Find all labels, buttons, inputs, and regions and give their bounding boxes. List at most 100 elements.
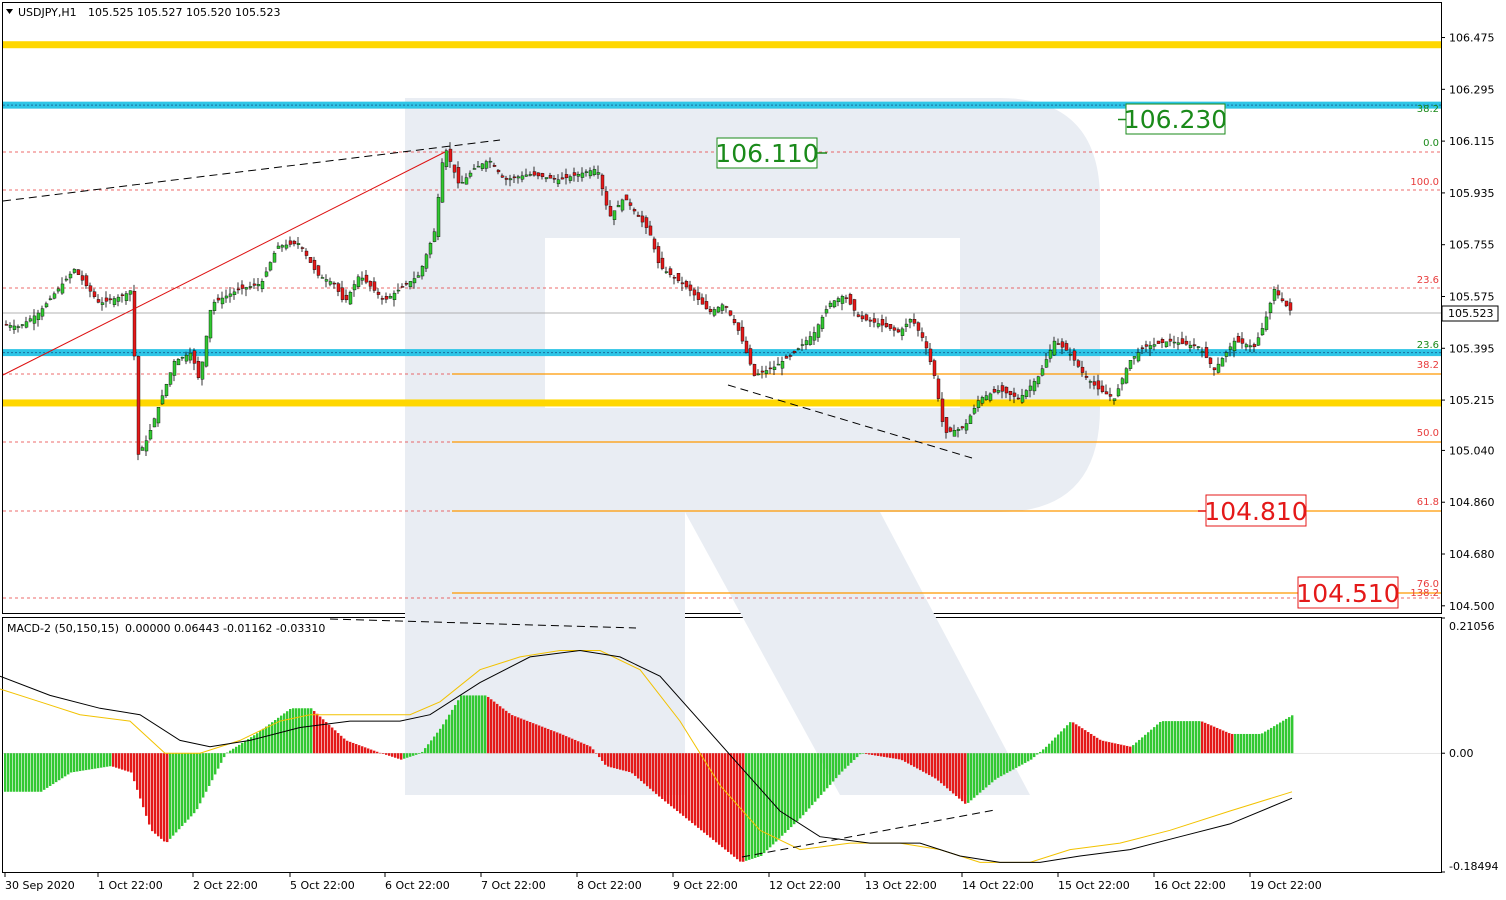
candle-body <box>24 321 29 328</box>
macd-histogram-bar <box>49 753 52 786</box>
candle-body <box>376 291 381 295</box>
macd-histogram-bar <box>820 753 823 795</box>
macd-histogram-bar <box>91 753 94 770</box>
candle-body <box>108 298 113 301</box>
macd-histogram-bar <box>721 753 724 848</box>
candle-body <box>660 257 665 269</box>
candle-body <box>468 172 473 177</box>
price-tick-label: 106.295 <box>1449 83 1495 96</box>
candle-body <box>784 356 789 359</box>
macd-histogram-bar <box>457 700 460 754</box>
candle-body <box>808 336 813 345</box>
macd-histogram-bar <box>544 727 547 754</box>
date-label: 7 Oct 22:00 <box>481 879 546 892</box>
macd-histogram-bar <box>301 708 304 754</box>
macd-histogram-bar <box>808 753 811 809</box>
candle-body <box>912 319 917 324</box>
candle-body <box>1064 343 1069 351</box>
macd-histogram-bar <box>862 753 865 754</box>
macd-histogram-bar <box>622 753 625 771</box>
macd-histogram-bar <box>853 753 856 760</box>
candle-body <box>228 293 233 297</box>
macd-histogram-bar <box>10 753 13 792</box>
date-label: 1 Oct 22:00 <box>98 879 163 892</box>
candle-body <box>956 428 961 431</box>
candle-body <box>408 281 413 288</box>
macd-histogram-bar <box>469 695 472 754</box>
macd-histogram-bar <box>19 753 22 792</box>
macd-histogram-bar <box>325 722 328 754</box>
macd-histogram-bar <box>751 753 754 859</box>
macd-histogram-bar <box>880 753 883 757</box>
candle-body <box>484 161 489 169</box>
candle-body <box>1164 341 1169 347</box>
macd-histogram-bar <box>898 753 901 760</box>
candle-body <box>824 309 829 314</box>
macd-histogram-bar <box>859 753 862 755</box>
macd-histogram-bar <box>100 753 103 768</box>
candle-body <box>788 355 793 357</box>
candle-body <box>348 291 353 305</box>
macd-histogram-bar <box>1195 721 1198 754</box>
macd-histogram-bar <box>724 753 727 850</box>
candle-body <box>1236 336 1241 343</box>
candle-body <box>1228 346 1233 350</box>
candle-body <box>148 430 153 440</box>
price-tick-label: 105.395 <box>1449 342 1495 355</box>
candle-body <box>1000 385 1005 392</box>
macd-histogram-bar <box>136 753 139 790</box>
candle-body <box>916 322 921 331</box>
candle-body <box>1012 392 1017 397</box>
candle-body <box>324 279 329 282</box>
macd-histogram-bar <box>211 753 214 781</box>
candle-body <box>1156 340 1161 344</box>
candle-body <box>1076 360 1081 367</box>
macd-histogram-bar <box>238 744 241 754</box>
macd-histogram-bar <box>1138 739 1141 754</box>
macd-histogram-bar <box>418 753 421 754</box>
candle-body <box>528 174 533 176</box>
candle-body <box>136 356 141 455</box>
macd-histogram-bar <box>313 711 316 754</box>
macd-histogram-bar <box>598 753 601 758</box>
macd-histogram-bar <box>355 744 358 754</box>
candle-body <box>840 296 845 304</box>
macd-histogram-bar <box>793 753 796 825</box>
candle-body <box>160 395 165 405</box>
macd-histogram-bar <box>1288 717 1291 754</box>
candle-body <box>708 308 713 312</box>
candle-body <box>780 361 785 369</box>
candle-body <box>304 250 309 256</box>
candle-body <box>268 262 273 271</box>
macd-histogram-bar <box>1030 753 1033 760</box>
macd-histogram-bar <box>595 753 598 754</box>
candle-body <box>920 332 925 338</box>
fib-label-lower: 38.2 <box>1417 360 1439 371</box>
macd-histogram-bar <box>901 753 904 761</box>
macd-histogram-bar <box>922 753 925 772</box>
candle-body <box>192 350 197 364</box>
macd-histogram-bar <box>823 753 826 792</box>
candle-body <box>260 281 265 290</box>
macd-histogram-bar <box>949 753 952 791</box>
date-label: 6 Oct 22:00 <box>385 879 450 892</box>
macd-histogram-bar <box>1081 728 1084 754</box>
macd-histogram-bar <box>292 708 295 754</box>
candle-body <box>636 214 641 217</box>
candle-body <box>996 390 1001 393</box>
macd-histogram-bar <box>1069 722 1072 754</box>
macd-histogram-bar <box>718 753 721 845</box>
macd-histogram-bar <box>46 753 49 788</box>
candle-body <box>300 247 305 249</box>
candle-body <box>340 287 345 300</box>
macd-histogram-bar <box>1204 722 1207 754</box>
candle-body <box>940 398 945 422</box>
macd-histogram-bar <box>589 746 592 754</box>
candle-body <box>8 325 13 328</box>
candle-body <box>612 210 617 220</box>
macd-histogram-bar <box>1243 733 1246 754</box>
candle-body <box>4 324 9 326</box>
macd-histogram-bar <box>1276 724 1279 754</box>
candle-body <box>1160 339 1165 343</box>
macd-histogram-bar <box>1003 753 1006 775</box>
